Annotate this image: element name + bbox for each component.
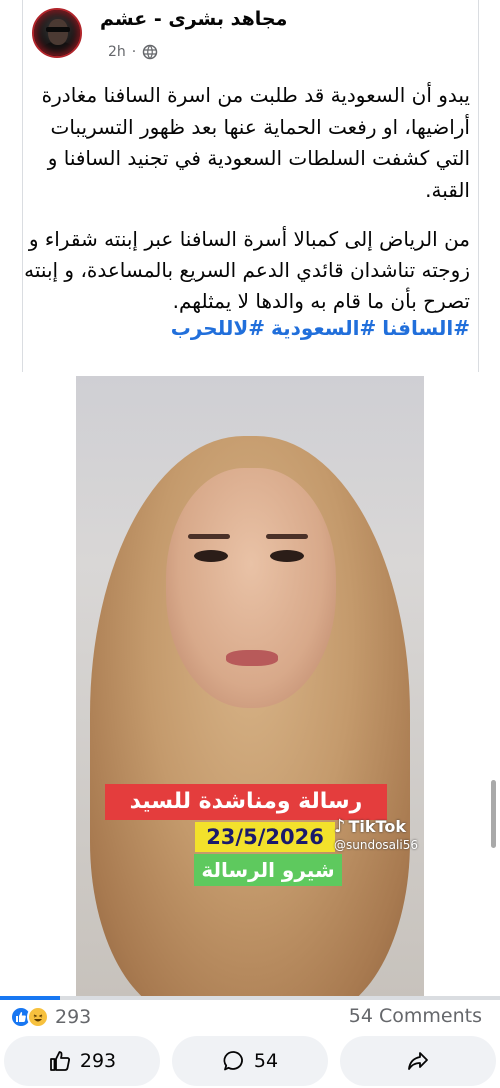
tiktok-watermark: ♪ TikTok [334,816,406,837]
video-caption-date: 23/5/2026 [195,822,335,852]
comment-icon [223,1051,243,1071]
share-button[interactable] [340,1036,496,1086]
post-meta: 2h · [108,44,158,60]
reactions-summary[interactable]: 293 [10,1004,91,1030]
comments-count[interactable]: 54 Comments [349,1005,482,1027]
haha-reaction-icon [27,1006,49,1028]
tiktok-icon: ♪ [334,816,346,837]
video-frame[interactable] [76,376,424,1000]
sound-button[interactable] [440,940,482,982]
globe-icon [142,44,158,60]
like-button[interactable]: 293 [4,1036,160,1086]
hashtags: #السافنا#السعودية#لاللحرب [24,314,470,342]
tiktok-label: TikTok [348,817,406,836]
post-text: يبدو أن السعودية قد طلبت من اسرة السافنا… [41,83,470,202]
comment-button[interactable]: 54 [172,1036,328,1086]
like-count: 293 [79,1050,117,1072]
post-time[interactable]: 2h [108,44,126,60]
speaker-icon [453,954,468,968]
hashtag-link[interactable]: #السعودية [271,316,376,340]
post-header: مجاهد بشرى - عشم 2h · [0,0,500,70]
thumbs-up-icon [49,1051,70,1071]
scrollbar-thumb[interactable] [491,780,496,848]
video-caption-share: شيرو الرسالة [194,854,342,886]
reaction-count: 293 [55,1006,92,1028]
hashtag-link[interactable]: #السافنا [382,316,470,340]
avatar[interactable] [32,8,82,58]
action-bar: 293 54 [0,1036,500,1088]
share-icon [408,1052,428,1070]
hashtag-link[interactable]: #لاللحرب [171,316,265,340]
video-progress-fill [0,996,60,1000]
author-name[interactable]: مجاهد بشرى - عشم [100,8,287,30]
comment-count: 54 [253,1050,279,1072]
video-face [166,468,336,708]
separator-dot: · [131,44,137,60]
video-caption-title: رسالة ومناشدة للسيد القائد [105,784,387,850]
post-text-2: من الرياض إلى كمبالا أسرة السافنا عبر إب… [24,227,470,313]
video-player[interactable]: رسالة ومناشدة للسيد القائد 23/5/2026 شير… [0,376,500,1000]
video-progress-bar[interactable] [0,996,500,1000]
tiktok-username: @sundosali56 [334,838,418,852]
